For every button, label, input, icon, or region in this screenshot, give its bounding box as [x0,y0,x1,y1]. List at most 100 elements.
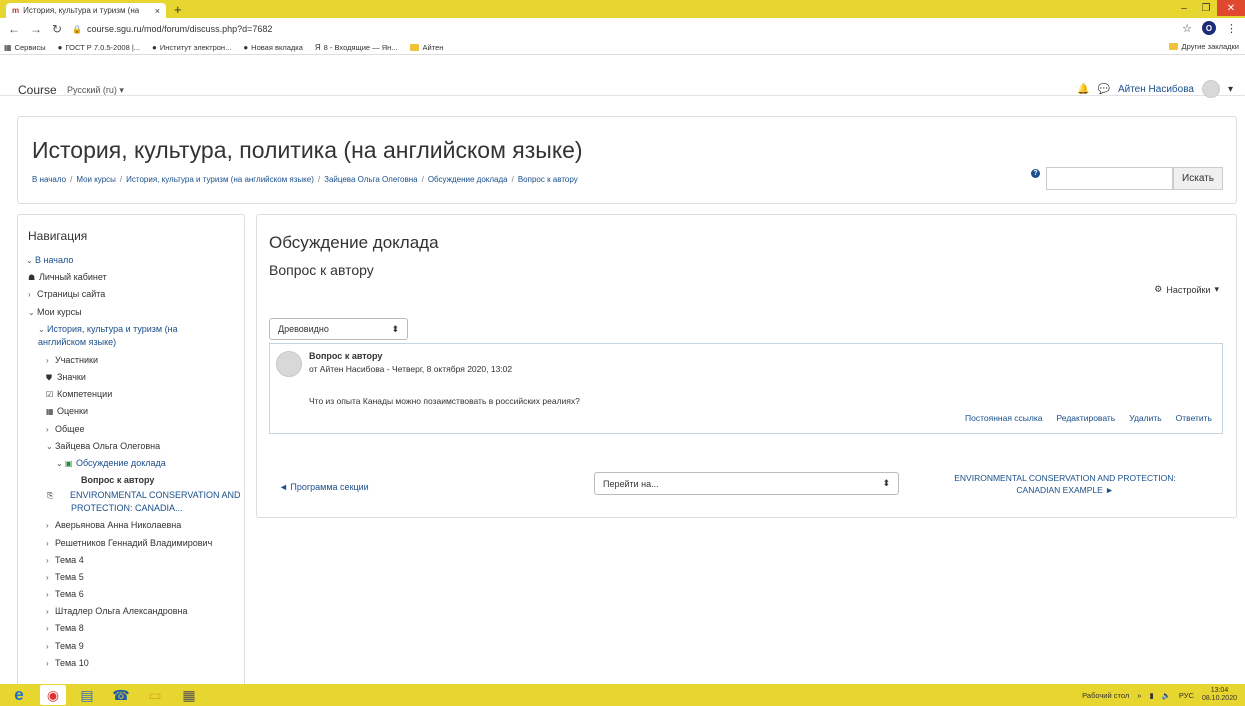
nav-item-competencies[interactable]: ☑ Компетенции [26,386,241,403]
reload-icon[interactable]: ↻ [52,22,62,36]
nav-item-topic-10[interactable]: › Тема 10 [26,655,241,672]
browser-tab[interactable]: m История, культура и туризм (на × [6,3,166,18]
browser-tab-title: История, культура и туризм (на [23,6,140,15]
delete-link[interactable]: Удалить [1129,413,1161,423]
checkbox-icon: ☑ [46,390,54,400]
nav-item-my-courses[interactable]: ⌄ Мои курсы [26,304,241,321]
notifications-bell-icon[interactable]: 🔔 [1077,84,1089,95]
network-icon[interactable]: ▮ [1149,691,1153,700]
explorer-folder-icon[interactable]: ▭ [142,685,168,705]
phone-icon[interactable]: ☎ [108,685,134,705]
url-text: course.sgu.ru/mod/forum/discuss.php?d=76… [87,24,273,34]
nav-item-badges[interactable]: ⛊ Значки [26,369,241,386]
close-window-icon[interactable]: ✕ [1217,0,1245,16]
nav-item-reshetnikov[interactable]: › Решетников Геннадий Владимирович [26,535,216,552]
calculator-icon[interactable]: ▦ [176,685,202,705]
navigation-tree: ⌄ В начало ☗ Личный кабинет › Страницы сайт… [26,252,241,672]
back-icon[interactable]: ← [8,22,20,36]
chevron-right-icon: › [46,424,49,434]
bookmark-star-icon[interactable]: ☆ [1182,22,1192,35]
chrome-icon[interactable]: ◉ [40,685,66,705]
nav-item-site-pages[interactable]: › Страницы сайта [26,286,241,303]
edit-link[interactable]: Редактировать [1056,413,1115,423]
nav-item-section-zaitseva[interactable]: ⌄ Зайцева Ольга Олеговна [26,438,241,455]
nav-item-current-discussion[interactable]: Вопрос к автору [26,472,241,488]
language-menu[interactable]: Русский (ru) ▾ [67,85,124,96]
nav-item-topic-5[interactable]: › Тема 5 [26,569,241,586]
search-input[interactable] [1046,167,1173,190]
nav-item-topic-9[interactable]: › Тема 9 [26,638,241,655]
search-button[interactable]: Искать [1173,167,1223,190]
folder-icon [409,43,419,51]
breadcrumb-course[interactable]: История, культура и туризм (на английско… [126,175,314,184]
breadcrumb-my-courses[interactable]: Мои курсы [76,175,116,184]
clock[interactable]: 13:04 08.10.2020 [1202,687,1237,703]
post-actions: Постоянная ссылка Редактировать Удалить … [965,413,1212,423]
ie-icon[interactable]: e [6,685,32,705]
bookmark-aiten[interactable]: Айтен [409,43,443,52]
site-brand[interactable]: Course [18,83,57,97]
lock-icon: 🔒 [72,24,83,34]
bookmark-yandex-mail[interactable]: Я8 - Входящие — Ян... [315,43,398,52]
maximize-icon[interactable]: ❐ [1195,0,1217,16]
messages-icon[interactable]: 💬 [1098,84,1110,95]
chevron-right-icon: › [46,607,49,617]
help-icon[interactable]: ? [1031,169,1040,178]
breadcrumb: В начало / Мои курсы / История, культура и т… [32,175,578,184]
bookmark-new-tab[interactable]: ● Новая вкладка [243,43,303,52]
breadcrumb-discussion[interactable]: Вопрос к автору [518,175,578,184]
user-avatar[interactable] [1201,80,1220,98]
input-language[interactable]: РУС [1179,691,1194,700]
nav-item-general[interactable]: › Общее [26,421,241,438]
nav-item-topic-4[interactable]: › Тема 4 [26,552,241,569]
permalink-link[interactable]: Постоянная ссылка [965,413,1043,423]
nav-item-topic-8[interactable]: › Тема 8 [26,620,241,637]
bookmark-institute[interactable]: ● Институт электрон... [152,43,231,52]
jump-to-select[interactable]: Перейти на... ⬍ [594,472,899,495]
close-tab-icon[interactable]: × [155,6,160,16]
nav-item-course[interactable]: ⌄ История, культура и туризм (на английск… [26,323,226,349]
nav-item-topic-6[interactable]: › Тема 6 [26,586,241,603]
dashboard-icon: ☗ [28,273,36,283]
forward-icon[interactable]: → [30,22,42,36]
user-name[interactable]: Айтен Насибова [1118,84,1194,95]
select-arrows-icon: ⬍ [391,323,399,334]
nav-item-forum[interactable]: ⌄ ▣ Обсуждение доклада [26,455,241,472]
nav-item-home[interactable]: ⌄ В начало [26,252,241,269]
breadcrumb-home[interactable]: В начало [32,175,66,184]
minimize-icon[interactable]: – [1173,0,1195,16]
chevron-down-icon: ⌄ [28,307,35,317]
desktop-label[interactable]: Рабочий стол [1082,691,1129,700]
bookmark-other[interactable]: Другие закладки [1168,42,1239,51]
post-author-avatar[interactable] [276,351,302,377]
section-program-link[interactable]: ◄ Программа секции [279,482,369,492]
chevron-down-icon: ⌄ [38,324,45,334]
post-body: Что из опыта Канады можно позаимствовать… [309,396,580,406]
next-activity-link[interactable]: ENVIRONMENTAL CONSERVATION AND PROTECTIO… [937,472,1193,496]
nav-item-environmental[interactable]: ⎘ ENVIRONMENTAL CONSERVATION AND PROTECTI… [26,489,241,515]
bookmark-gost[interactable]: ● ГОСТ Р 7.0.5-2008 |... [58,43,140,52]
breadcrumb-forum[interactable]: Обсуждение доклада [428,175,508,184]
main-content: Обсуждение доклада Вопрос к автору ⚙ Нас… [256,214,1237,518]
profile-avatar[interactable]: O [1202,21,1216,35]
user-menu-caret-icon[interactable]: ▾ [1228,84,1233,95]
bookmark-apps[interactable]: ▦ Сервисы [4,43,46,52]
forum-title: Обсуждение доклада [269,233,439,252]
breadcrumb-section[interactable]: Зайцева Ольга Олеговна [324,175,417,184]
nav-item-grades[interactable]: ▦ Оценки [26,403,241,420]
nav-item-averyanova[interactable]: › Аверьянова Анна Николаевна [26,517,241,534]
post-meta: от Айтен Насибова - Четверг, 8 октября 2… [309,364,513,374]
notepad-icon[interactable]: ▤ [74,685,100,705]
nav-item-dashboard[interactable]: ☗ Личный кабинет [26,269,241,286]
display-mode-select[interactable]: Древовидно ⬍ [269,318,408,340]
volume-icon[interactable]: 🔈 [1162,691,1171,700]
gear-icon: ⚙ [1154,284,1163,294]
browser-menu-icon[interactable]: ⋮ [1226,22,1237,35]
nav-item-shtadler[interactable]: › Штадлер Ольга Александровна [26,603,241,620]
new-tab-button[interactable]: + [174,2,182,17]
url-field[interactable]: 🔒 course.sgu.ru/mod/forum/discuss.php?d=… [72,24,272,34]
reply-link[interactable]: Ответить [1176,413,1212,423]
tray-chevron-icon[interactable]: » [1137,691,1141,700]
settings-menu[interactable]: ⚙ Настройки ▾ [1154,284,1219,295]
nav-item-participants[interactable]: › Участники [26,352,241,369]
